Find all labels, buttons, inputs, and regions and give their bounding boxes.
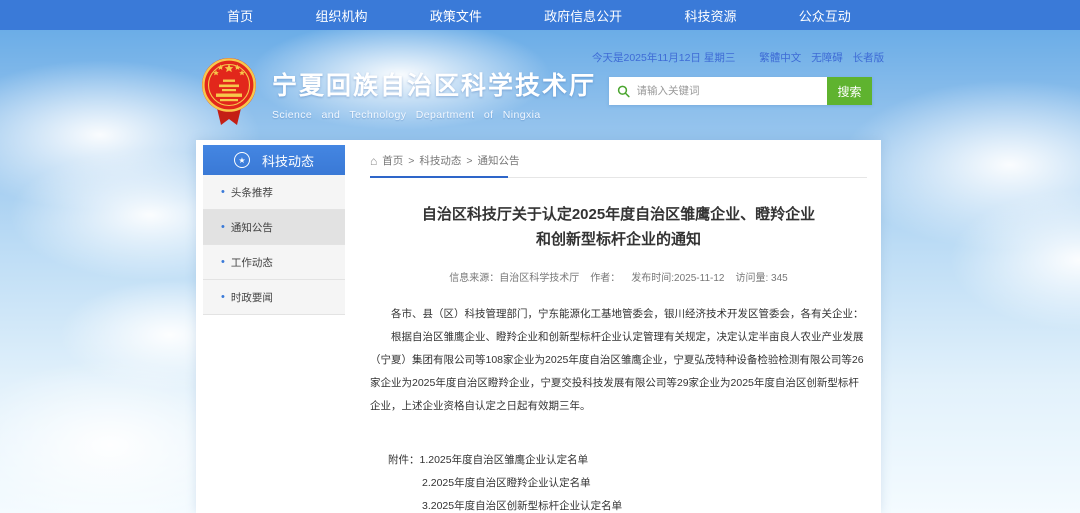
article-paragraph: 各市、县（区）科技管理部门，宁东能源化工基地管委会，银川经济技术开发区管委会，各… bbox=[370, 303, 867, 326]
link-elder-version[interactable]: 长者版 bbox=[853, 52, 885, 64]
attachment-link-2[interactable]: 2.2025年度自治区瞪羚企业认定名单 bbox=[422, 472, 591, 495]
sidebar-item-work-news[interactable]: • 工作动态 bbox=[203, 245, 345, 280]
sidebar: ★ 科技动态 • 头条推荐 • 通知公告 • 工作动态 • 时政要闻 bbox=[203, 145, 345, 315]
star-circle-icon: ★ bbox=[234, 152, 250, 168]
search-button[interactable]: 搜索 bbox=[827, 77, 872, 105]
site-subtitle: Science and Technology Department of Nin… bbox=[272, 109, 596, 121]
meta-visit-count: 访问量: 345 bbox=[735, 269, 787, 284]
breadcrumb: ⌂ 首页 > 科技动态 > 通知公告 bbox=[370, 140, 867, 178]
home-icon: ⌂ bbox=[370, 154, 377, 168]
attachments: 附件： 1.2025年度自治区雏鹰企业认定名单 2.2025年度自治区瞪羚企业认… bbox=[370, 449, 867, 513]
national-emblem-icon bbox=[200, 56, 258, 128]
sidebar-item-notices[interactable]: • 通知公告 bbox=[203, 210, 345, 245]
article-body: 各市、县（区）科技管理部门，宁东能源化工基地管委会，银川经济技术开发区管委会，各… bbox=[370, 303, 867, 418]
search-icon bbox=[617, 84, 631, 99]
breadcrumb-active-underline bbox=[370, 176, 508, 178]
main-panel: ★ 科技动态 • 头条推荐 • 通知公告 • 工作动态 • 时政要闻 ⌂ bbox=[196, 140, 881, 513]
article-paragraph: 根据自治区雏鹰企业、瞪羚企业和创新型标杆企业认定管理有关规定，决定认定半亩良人农… bbox=[370, 326, 867, 418]
breadcrumb-home[interactable]: 首页 bbox=[382, 153, 403, 168]
sidebar-item-label: 时政要闻 bbox=[231, 290, 273, 305]
top-navigation: 首页 组织机构 政策文件 政府信息公开 科技资源 公众互动 bbox=[0, 0, 1080, 30]
today-date-text: 今天是2025年11月12日 星期三 bbox=[592, 52, 735, 64]
meta-publish-time: 发布时间:2025-11-12 bbox=[631, 269, 724, 284]
search-bar: 搜索 bbox=[609, 77, 872, 105]
cloud-decoration bbox=[950, 190, 1080, 330]
sidebar-item-label: 工作动态 bbox=[231, 255, 273, 270]
nav-item-policy[interactable]: 政策文件 bbox=[430, 6, 482, 25]
attachment-link-3[interactable]: 3.2025年度自治区创新型标杆企业认定名单 bbox=[422, 495, 622, 513]
bullet-icon: • bbox=[221, 186, 225, 198]
site-logo-block[interactable]: 宁夏回族自治区科学技术厅 Science and Technology Depa… bbox=[200, 56, 596, 128]
nav-item-gov-info[interactable]: 政府信息公开 bbox=[544, 6, 622, 25]
sidebar-item-current-politics[interactable]: • 时政要闻 bbox=[203, 280, 345, 315]
bullet-icon: • bbox=[221, 221, 225, 233]
breadcrumb-separator: > bbox=[466, 155, 472, 167]
sidebar-item-label: 头条推荐 bbox=[231, 185, 273, 200]
meta-author: 作者： bbox=[590, 269, 620, 284]
bullet-icon: • bbox=[221, 291, 225, 303]
article-title: 自治区科技厅关于认定2025年度自治区雏鹰企业、瞪羚企业 和创新型标杆企业的通知 bbox=[370, 202, 867, 252]
article-content: ⌂ 首页 > 科技动态 > 通知公告 自治区科技厅关于认定2025年度自治区雏鹰… bbox=[370, 140, 867, 513]
nav-item-public-interaction[interactable]: 公众互动 bbox=[799, 6, 851, 25]
nav-item-organization[interactable]: 组织机构 bbox=[315, 6, 367, 25]
breadcrumb-notices[interactable]: 通知公告 bbox=[478, 153, 520, 168]
sidebar-title: 科技动态 bbox=[262, 151, 314, 170]
site-title: 宁夏回族自治区科学技术厅 bbox=[272, 66, 596, 102]
attachments-label: 附件： bbox=[388, 449, 420, 472]
link-traditional-chinese[interactable]: 繁體中文 bbox=[759, 52, 801, 64]
sidebar-item-label: 通知公告 bbox=[231, 220, 273, 235]
nav-item-home[interactable]: 首页 bbox=[227, 6, 253, 25]
article-title-line1: 自治区科技厅关于认定2025年度自治区雏鹰企业、瞪羚企业 bbox=[370, 202, 867, 227]
link-accessibility[interactable]: 无障碍 bbox=[811, 52, 843, 64]
article-title-line2: 和创新型标杆企业的通知 bbox=[370, 227, 867, 252]
attachment-link-1[interactable]: 1.2025年度自治区雏鹰企业认定名单 bbox=[420, 449, 589, 472]
nav-item-sci-resources[interactable]: 科技资源 bbox=[684, 6, 736, 25]
sidebar-header: ★ 科技动态 bbox=[203, 145, 345, 175]
site-header: 宁夏回族自治区科学技术厅 Science and Technology Depa… bbox=[0, 30, 1080, 140]
breadcrumb-separator: > bbox=[408, 155, 414, 167]
search-input[interactable] bbox=[637, 85, 819, 97]
bullet-icon: • bbox=[221, 256, 225, 268]
meta-source: 信息来源：自治区科学技术厅 bbox=[449, 269, 579, 284]
article-meta: 信息来源：自治区科学技术厅 作者： 发布时间:2025-11-12 访问量: 3… bbox=[370, 269, 867, 284]
breadcrumb-sci-news[interactable]: 科技动态 bbox=[419, 153, 461, 168]
sidebar-item-headlines[interactable]: • 头条推荐 bbox=[203, 175, 345, 210]
